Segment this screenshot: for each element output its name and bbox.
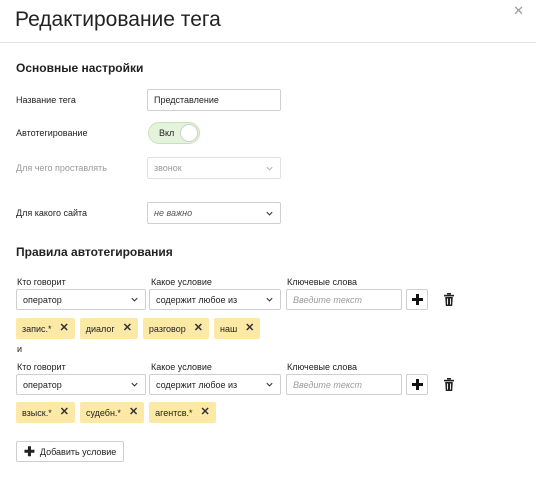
rule-1-condition-value: содержит любое из [156, 294, 238, 305]
keyword-chip: разговор ✕ [142, 318, 209, 339]
keyword-chip-text: запис.* [22, 323, 52, 334]
rule-2-keywords-placeholder: Введите текст [293, 379, 363, 390]
add-condition-label: Добавить условие [39, 446, 117, 457]
chevron-down-icon [131, 382, 138, 387]
apply-to-label: Для чего проставлять [16, 163, 107, 173]
rule-1-condition-select[interactable]: содержит любое из [149, 289, 281, 310]
remove-chip-icon[interactable]: ✕ [201, 407, 210, 418]
remove-chip-icon[interactable]: ✕ [194, 323, 203, 334]
chevron-down-icon [266, 382, 273, 387]
basic-settings-heading: Основные настройки [16, 61, 144, 75]
keyword-chip: агентсв.* ✕ [149, 402, 216, 423]
rule-2-keywords-input[interactable]: Введите текст [286, 374, 402, 395]
site-label: Для какого сайта [16, 208, 88, 218]
keyword-chip-text: агентсв.* [155, 407, 193, 418]
close-icon[interactable]: ✕ [513, 3, 524, 19]
keyword-chip-text: диалог [85, 323, 115, 334]
condition-column-header: Какое условие [151, 277, 212, 287]
dialog-title: Редактирование тега [15, 8, 221, 31]
remove-chip-icon[interactable]: ✕ [60, 323, 69, 334]
rule-1-keywords-placeholder: Введите текст [293, 294, 363, 305]
keyword-chip: диалог ✕ [79, 318, 138, 339]
chevron-down-icon [266, 297, 273, 302]
add-condition-button[interactable]: ✚ Добавить условие [16, 441, 125, 462]
keyword-chip: запис.* ✕ [16, 318, 75, 339]
keyword-chip-text: разговор [148, 323, 186, 334]
keyword-chip-text: судебн.* [85, 407, 121, 418]
chevron-down-icon [266, 166, 273, 171]
rule-1-speaker-value: оператор [23, 294, 62, 305]
remove-chip-icon[interactable]: ✕ [60, 407, 69, 418]
rule-connector: и [17, 344, 23, 354]
tag-name-value: Представление [154, 95, 219, 105]
keyword-chip: наш ✕ [213, 318, 261, 339]
remove-chip-icon[interactable]: ✕ [123, 323, 132, 334]
autotag-label: Автотегирование [16, 128, 88, 138]
keywords-column-header: Ключевые слова [287, 277, 358, 287]
apply-to-value: звонок [154, 163, 182, 173]
rule-1-add-keyword-button[interactable] [406, 289, 428, 310]
speaker-column-header: Кто говорит [17, 277, 66, 287]
toggle-knob [180, 124, 198, 142]
keywords-column-header: Ключевые слова [287, 362, 358, 372]
remove-chip-icon[interactable]: ✕ [245, 323, 254, 334]
rule-2-add-keyword-button[interactable] [406, 374, 428, 395]
apply-to-select: звонок [147, 157, 281, 179]
keyword-chip-text: взыск.* [22, 407, 52, 418]
site-select[interactable]: не важно [147, 202, 281, 224]
rule-1-chips: запис.* ✕ диалог ✕ разговор ✕ наш ✕ [16, 318, 261, 339]
plus-icon [411, 379, 423, 390]
rule-2-condition-select[interactable]: содержит любое из [149, 374, 281, 395]
rules-heading: Правила автотегирования [16, 245, 173, 259]
rule-2-chips: взыск.* ✕ судебн.* ✕ агентсв.* ✕ [16, 402, 216, 423]
plus-icon [411, 294, 423, 305]
keyword-chip: взыск.* ✕ [16, 402, 75, 423]
autotag-toggle-label: Вкл [159, 128, 175, 138]
chevron-down-icon [131, 297, 138, 302]
rule-2-speaker-value: оператор [23, 379, 62, 390]
trash-icon[interactable] [443, 378, 455, 391]
rule-2-condition-value: содержит любое из [156, 379, 238, 390]
tag-name-field[interactable]: Представление [147, 89, 281, 111]
keyword-chip-text: наш [219, 323, 238, 334]
keyword-chip: судебн.* ✕ [79, 402, 145, 423]
speaker-column-header: Кто говорит [17, 362, 66, 372]
header-divider [0, 42, 536, 43]
rule-1-speaker-select[interactable]: оператор [16, 289, 146, 310]
plus-icon: ✚ [24, 444, 35, 459]
edit-tag-dialog: Редактирование тега ✕ Основные настройки… [0, 0, 536, 482]
tag-name-label: Название тега [16, 95, 76, 105]
autotag-toggle[interactable]: Вкл [148, 122, 200, 144]
condition-column-header: Какое условие [151, 362, 212, 372]
site-value: не важно [154, 208, 193, 218]
trash-icon[interactable] [443, 293, 455, 306]
rule-2-speaker-select[interactable]: оператор [16, 374, 146, 395]
rule-1-keywords-input[interactable]: Введите текст [286, 289, 402, 310]
chevron-down-icon [266, 211, 273, 216]
remove-chip-icon[interactable]: ✕ [129, 407, 138, 418]
